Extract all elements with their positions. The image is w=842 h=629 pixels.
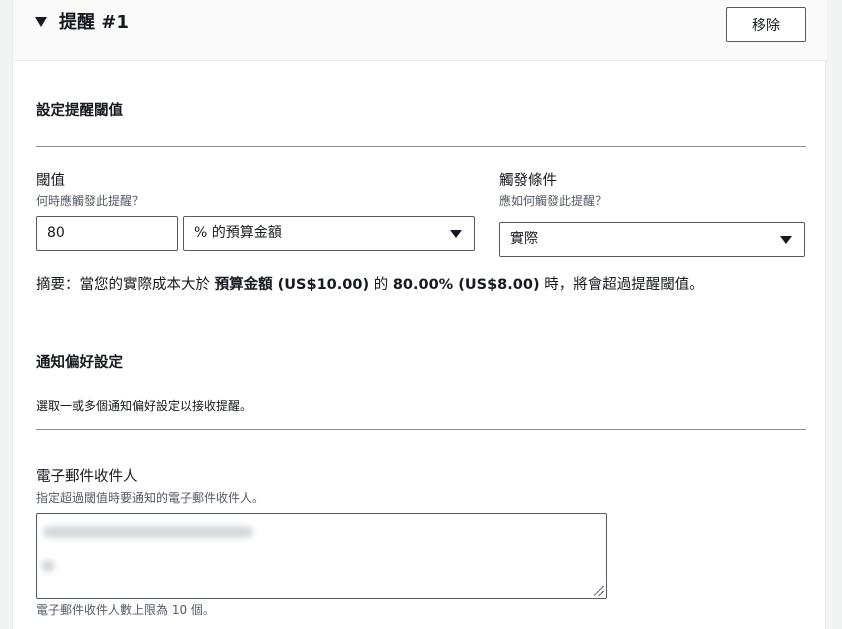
divider: [36, 429, 806, 430]
threshold-label: 閾值: [36, 173, 65, 189]
email-recipients-label: 電子郵件收件人: [36, 469, 138, 485]
notification-section-title: 通知偏好設定: [36, 355, 123, 371]
trigger-value: 實際: [510, 231, 538, 247]
threshold-unit-value: % 的預算金額: [194, 225, 282, 241]
email-limit-note: 電子郵件收件人數上限為 10 個。: [36, 603, 215, 617]
trigger-select[interactable]: 實際: [499, 222, 805, 257]
summary-budget-amount: 預算金額 (US$10.00): [214, 277, 370, 293]
divider: [36, 146, 806, 147]
alert-panel: 提醒 #1 移除 設定提醒閾值 閾值 何時應觸發此提醒？ 80 % 的預算金額 …: [12, 0, 827, 629]
threshold-description: 何時應觸發此提醒？: [36, 194, 145, 208]
email-recipients-description: 指定超過閾值時要通知的電子郵件收件人。: [36, 491, 265, 505]
caret-down-icon[interactable]: [35, 17, 47, 27]
resize-handle-icon[interactable]: [594, 586, 604, 596]
caret-down-icon: [780, 236, 792, 244]
trigger-description: 應如何觸發此提醒？: [499, 194, 608, 208]
alert-header[interactable]: 提醒 #1 移除: [13, 0, 827, 61]
redacted-email: [43, 526, 253, 538]
trigger-label: 觸發條件: [499, 173, 557, 189]
threshold-section-title: 設定提醒閾值: [36, 103, 123, 119]
summary-threshold-amount: 80.00% (US$8.00): [392, 277, 540, 293]
notification-description: 選取一或多個通知偏好設定以接收提醒。: [36, 399, 253, 413]
caret-down-icon: [450, 230, 462, 238]
redacted-text: [41, 560, 55, 572]
email-recipients-textarea[interactable]: [36, 513, 607, 599]
remove-button[interactable]: 移除: [726, 7, 806, 42]
alert-title: 提醒 #1: [59, 12, 129, 33]
threshold-summary: 摘要：當您的實際成本大於 預算金額 (US$10.00) 的 80.00% (U…: [36, 277, 704, 293]
threshold-value-input[interactable]: 80: [36, 216, 178, 251]
threshold-unit-select[interactable]: % 的預算金額: [183, 216, 475, 251]
